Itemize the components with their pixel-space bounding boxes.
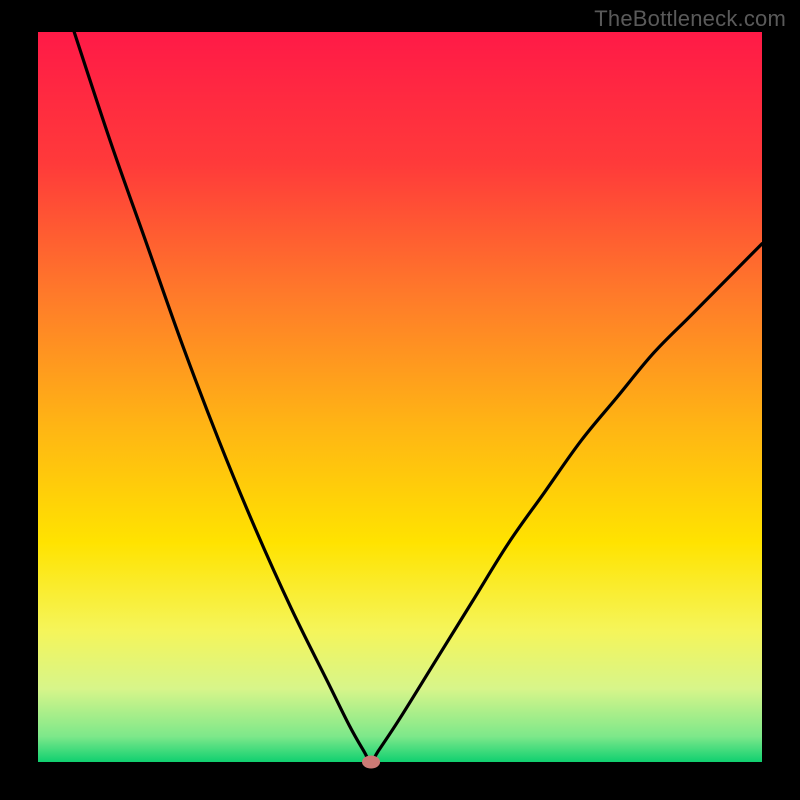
bottleneck-chart: [0, 0, 800, 800]
plot-background: [38, 32, 762, 762]
optimal-point-marker: [362, 756, 380, 769]
watermark-text: TheBottleneck.com: [594, 6, 786, 32]
chart-frame: TheBottleneck.com: [0, 0, 800, 800]
